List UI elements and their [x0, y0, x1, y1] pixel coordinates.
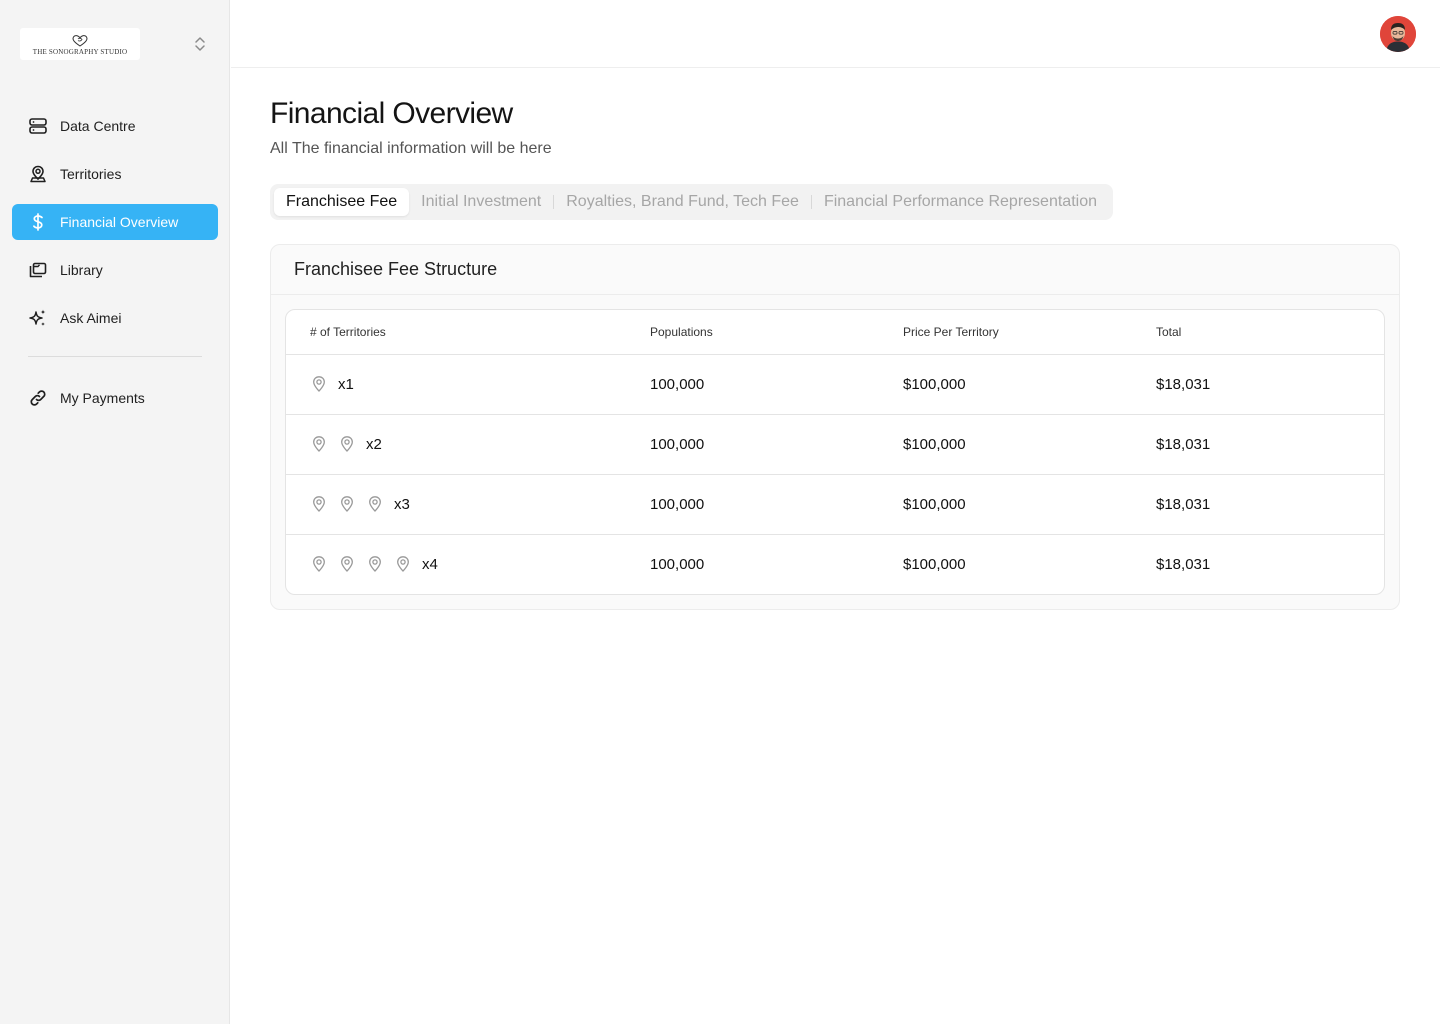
fee-table-container: # of Territories Populations Price Per T… — [285, 309, 1385, 595]
brand-name: THE SONOGRAPHY STUDIO — [32, 47, 128, 56]
cell-population: 100,000 — [650, 555, 705, 573]
sidebar-item-label: My Payments — [60, 390, 145, 406]
sidebar-item-label: Library — [60, 262, 103, 278]
location-pin-icon — [366, 495, 384, 513]
table-body: x1 100,000 $100,000 $18,031 x2 100,000 $100,00… — [286, 354, 1384, 594]
territory-label: x1 — [338, 375, 354, 393]
tab-financial-performance-representation[interactable]: Financial Performance Representation — [812, 188, 1109, 216]
column-header-populations: Populations — [626, 310, 879, 355]
location-pin-icon — [310, 555, 328, 573]
sidebar-divider — [28, 356, 202, 357]
location-pin-icon — [338, 495, 356, 513]
territory-count: x1 — [310, 375, 626, 393]
location-pin-icon — [338, 555, 356, 573]
server-icon — [28, 116, 48, 136]
tab-franchisee-fee[interactable]: Franchisee Fee — [274, 188, 410, 216]
main-content: Financial Overview All The financial inf… — [270, 96, 1400, 610]
table-row: x3 100,000 $100,000 $18,031 — [286, 474, 1384, 535]
card-title: Franchisee Fee Structure — [271, 245, 1399, 295]
sparkles-icon — [28, 308, 48, 328]
brand-logo[interactable]: THE SONOGRAPHY STUDIO — [20, 28, 140, 60]
page-subtitle: All The financial information will be he… — [270, 140, 552, 157]
sidebar-item-territories[interactable]: Territories — [12, 156, 218, 192]
sidebar-item-label: Financial Overview — [60, 214, 179, 230]
sidebar: THE SONOGRAPHY STUDIO Data Centre Territ… — [0, 0, 230, 1024]
chevron-up-down-icon[interactable] — [191, 34, 209, 54]
territory-count: x2 — [310, 435, 626, 453]
sidebar-item-label: Data Centre — [60, 118, 136, 134]
cell-price-per-territory: $100,000 — [879, 414, 1132, 475]
cell-price-per-territory: $100,000 — [879, 474, 1132, 535]
sidebar-item-my-payments[interactable]: My Payments — [12, 380, 218, 416]
table-row: x2 100,000 $100,000 $18,031 — [286, 414, 1384, 475]
cell-population: 100,000 — [626, 474, 879, 535]
sidebar-item-library[interactable]: Library — [12, 252, 218, 288]
sidebar-item-label: Ask Aimei — [60, 310, 122, 326]
sidebar-item-ask-aimei[interactable]: Ask Aimei — [12, 300, 218, 336]
location-pin-icon — [366, 555, 384, 573]
cell-total: $18,031 — [1156, 555, 1211, 573]
cell-territories: x3 — [286, 474, 626, 535]
top-bar — [231, 0, 1440, 68]
fee-structure-card: Franchisee Fee Structure # of Territorie… — [270, 244, 1400, 610]
cell-price-per-territory: $100,000 — [879, 354, 1132, 415]
cell-total: $18,031 — [1132, 354, 1384, 415]
table-row: x4 100,000 $100,000 $18,031 — [286, 534, 1384, 594]
library-icon — [28, 260, 48, 280]
territory-count: x4 — [310, 555, 626, 573]
tab-royalties-brand-fund-tech-fee[interactable]: Royalties, Brand Fund, Tech Fee — [554, 188, 811, 216]
cell-territories: x4 — [286, 534, 626, 594]
sidebar-nav: Data Centre Territories Financial Overvi… — [12, 108, 218, 428]
user-avatar-icon — [1380, 16, 1416, 52]
cell-population: 100,000 — [626, 354, 879, 415]
location-pin-icon — [310, 495, 328, 513]
column-header-price-per-territory: Price Per Territory — [879, 310, 1132, 355]
location-pin-icon — [310, 375, 328, 393]
sidebar-item-label: Territories — [60, 166, 122, 182]
tab-bar: Franchisee Fee Initial Investment Royalt… — [270, 184, 1113, 220]
territory-label: x3 — [394, 495, 410, 513]
cell-total: $18,031 — [1132, 414, 1384, 475]
user-location-icon — [28, 164, 48, 184]
fee-table: # of Territories Populations Price Per T… — [286, 310, 1384, 594]
location-pin-icon — [310, 435, 328, 453]
tab-initial-investment[interactable]: Initial Investment — [409, 188, 553, 216]
location-pin-icon — [394, 555, 412, 573]
table-row: x1 100,000 $100,000 $18,031 — [286, 354, 1384, 415]
column-header-total: Total — [1132, 310, 1384, 355]
cell-population: 100,000 — [626, 414, 879, 475]
sidebar-item-financial-overview[interactable]: Financial Overview — [12, 204, 218, 240]
column-header-territories: # of Territories — [286, 310, 626, 355]
territory-count: x3 — [310, 495, 626, 513]
table-header-row: # of Territories Populations Price Per T… — [286, 310, 1384, 355]
location-pin-icon — [338, 435, 356, 453]
territory-label: x2 — [366, 435, 382, 453]
avatar[interactable] — [1380, 16, 1416, 52]
territory-label: x4 — [422, 555, 438, 573]
cell-territories: x2 — [286, 414, 626, 475]
dollar-icon — [28, 212, 48, 232]
link-icon — [28, 388, 48, 408]
page-title: Financial Overview — [270, 97, 513, 130]
cell-price-per-territory: $100,000 — [903, 555, 966, 573]
sidebar-item-data-centre[interactable]: Data Centre — [12, 108, 218, 144]
cell-territories: x1 — [286, 354, 626, 415]
cell-total: $18,031 — [1132, 474, 1384, 535]
heart-logo-icon — [72, 34, 88, 47]
